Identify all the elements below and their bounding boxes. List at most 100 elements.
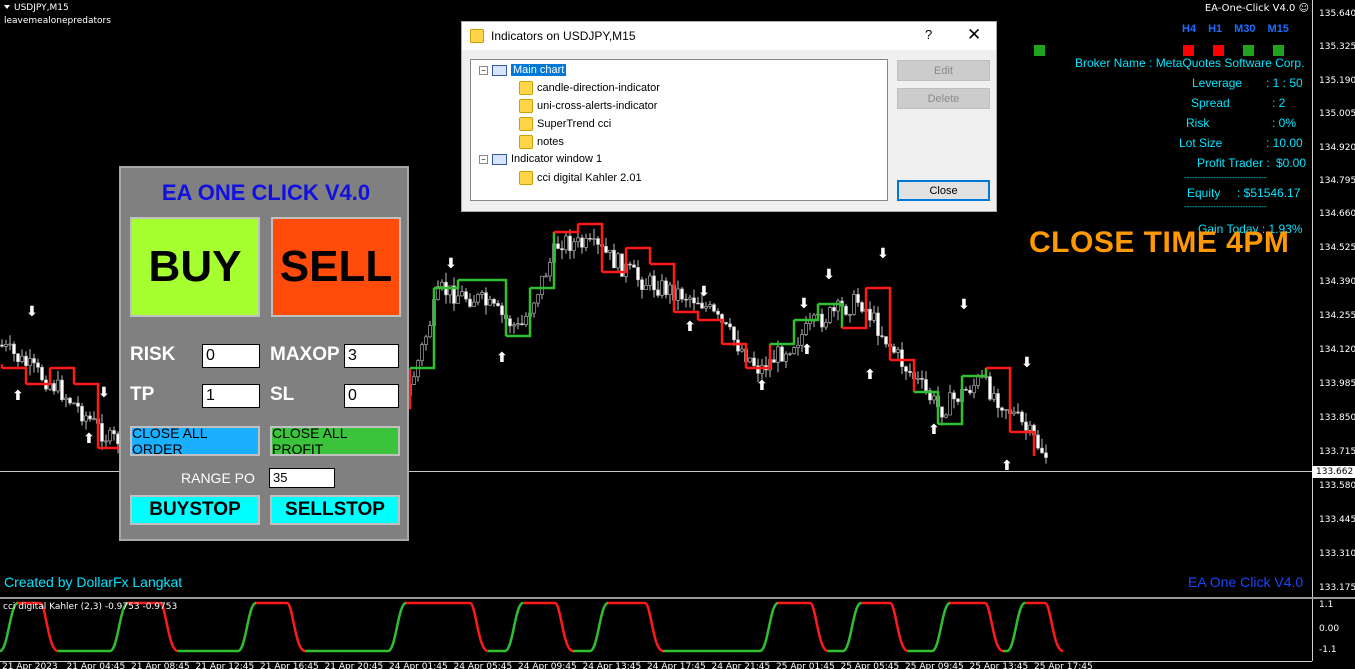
close-all-order-button[interactable]: CLOSE ALL ORDER (130, 425, 260, 457)
maxop-input[interactable]: 3 (344, 344, 399, 368)
oscillator-up (305, 601, 407, 653)
delete-button[interactable]: Delete (897, 88, 990, 109)
signal-square (1034, 45, 1045, 56)
oscillator-up (178, 601, 257, 653)
tree-item-indicator[interactable]: uni-cross-alerts-indicator (519, 99, 657, 113)
candle (424, 334, 428, 351)
tree-node-main-chart[interactable]: − Main chart (479, 64, 567, 76)
sl-input[interactable]: 0 (344, 384, 399, 408)
candle (104, 434, 108, 447)
time-tick-label: 24 Apr 17:45 (647, 662, 706, 669)
candle (544, 272, 548, 278)
ea-panel-title: EA ONE CLICK V4.0 (161, 180, 371, 205)
buystop-button[interactable]: BUYSTOP (130, 495, 260, 525)
tree-label-indicator-window: Indicator window 1 (511, 153, 603, 165)
candle (28, 349, 32, 376)
range-po-input[interactable]: 35 (269, 468, 335, 488)
candle (648, 272, 652, 291)
time-tick-label: 24 Apr 13:45 (582, 662, 642, 669)
arrow-down-icon: ⬇ (445, 256, 457, 272)
candle (1012, 406, 1016, 416)
candle (12, 341, 16, 362)
indicator-icon (519, 135, 533, 149)
tree-item-indicator[interactable]: cci digital Kahler 2.01 (519, 171, 642, 185)
price-tick-label: 134.660 (1319, 209, 1355, 219)
dialog-close-button[interactable]: Close (897, 180, 990, 201)
broker-name: Broker Name : MetaQuotes Software Corp. (1075, 56, 1305, 70)
leverage-value: : 1 : 50 (1266, 76, 1303, 90)
collapse-icon[interactable]: − (479, 65, 488, 75)
candle (628, 261, 632, 270)
indicator-tick-label: 1.1 (1319, 600, 1334, 610)
candle (608, 249, 612, 260)
oscillator-down (861, 601, 909, 653)
profit-label: Profit Trader : (1197, 156, 1270, 170)
oscillator-up (828, 601, 862, 653)
buy-button[interactable]: BUY (130, 217, 260, 317)
candle (484, 287, 488, 315)
candle (992, 386, 996, 402)
candle (8, 335, 12, 351)
indicator-tree[interactable]: − Main chart candle-direction-indicator … (470, 59, 888, 201)
candle (52, 379, 56, 395)
candle (1028, 420, 1032, 436)
sellstop-button[interactable]: SELLSTOP (270, 495, 400, 525)
candle (0, 339, 4, 348)
candle (464, 287, 468, 303)
candle (532, 302, 536, 318)
sell-button[interactable]: SELL (271, 217, 401, 317)
collapse-icon[interactable]: − (479, 154, 488, 164)
candle (416, 359, 420, 382)
tree-item-label: candle-direction-indicator (537, 82, 660, 94)
risk-input[interactable]: 0 (202, 344, 260, 368)
candle (508, 315, 512, 334)
candle (692, 289, 696, 311)
candle (972, 378, 976, 399)
candle (680, 286, 684, 303)
time-axis[interactable]: 21 Apr 2023 21 Apr 04:45 21 Apr 08:45 21 Ap… (0, 661, 1312, 669)
price-tick-label: 134.525 (1319, 243, 1355, 253)
oscillator-down (608, 601, 664, 653)
tp-input[interactable]: 1 (202, 384, 260, 408)
tree-item-indicator[interactable]: candle-direction-indicator (519, 81, 660, 95)
arrow-up-icon: ⬆ (756, 378, 768, 394)
time-tick-label: 24 Apr 21:45 (711, 662, 771, 669)
time-tick-label: 25 Apr 05:45 (840, 662, 900, 669)
indicator-icon (519, 171, 533, 185)
candle (708, 301, 712, 309)
edit-button[interactable]: Edit (897, 60, 990, 81)
price-axis[interactable]: 135.640 135.325 135.190 135.005 134.920 134.7… (1312, 0, 1355, 597)
candle (456, 286, 460, 304)
tree-node-indicator-window[interactable]: − Indicator window 1 (479, 153, 602, 165)
tree-item-indicator[interactable]: SuperTrend cci (519, 117, 611, 131)
candle (76, 396, 80, 413)
oscillator-down (256, 601, 306, 653)
close-all-profit-button[interactable]: CLOSE ALL PROFIT (270, 425, 400, 457)
ea-name-bottom: EA One Click V4.0 (1188, 574, 1304, 590)
candle (940, 406, 944, 426)
close-icon[interactable]: ✕ (967, 25, 981, 45)
candle (580, 234, 584, 254)
indicator-tick-label: 0.00 (1319, 624, 1340, 634)
arrow-down-icon: ⬇ (698, 284, 710, 300)
help-button[interactable]: ? (925, 27, 932, 42)
candle (808, 312, 812, 331)
arrow-up-icon: ⬆ (496, 350, 508, 366)
candle (32, 354, 36, 373)
dialog-titlebar[interactable]: Indicators on USDJPY,M15 ? ✕ (462, 22, 996, 50)
candle (548, 258, 552, 282)
candle (452, 277, 456, 311)
candle (612, 243, 616, 269)
indicator-window[interactable] (0, 599, 1312, 661)
tree-label-main-chart: Main chart (511, 64, 567, 76)
candle (524, 312, 528, 327)
tree-item-indicator[interactable]: notes (519, 135, 564, 149)
time-tick-label: 21 Apr 2023 (2, 662, 58, 669)
candle (1020, 410, 1024, 426)
candle (72, 402, 76, 405)
candle (496, 300, 500, 307)
tp-field-label: TP (130, 384, 155, 405)
symbol-title: USDJPY,M15 (4, 3, 69, 13)
candle (1024, 412, 1028, 440)
timeframe-labels: H4 H1 M30 M15 (1182, 23, 1289, 35)
